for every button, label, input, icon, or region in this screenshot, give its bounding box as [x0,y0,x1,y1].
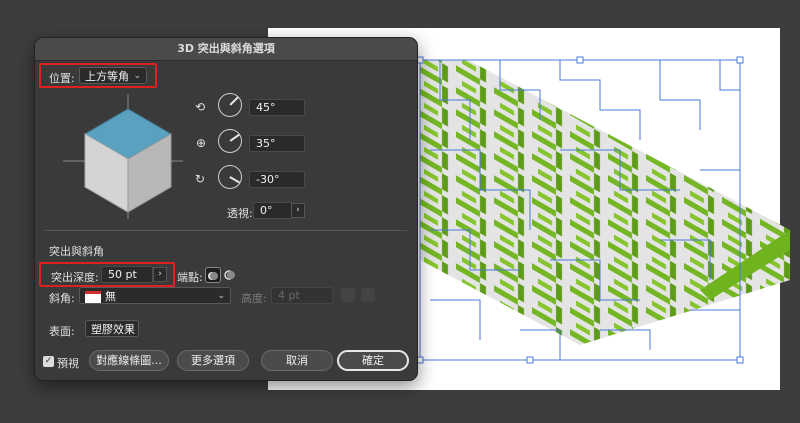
cube-preview[interactable] [63,94,193,219]
perspective-arrow-button[interactable]: › [291,203,305,218]
surface-select[interactable]: 塑膠效果 ⌄ [85,320,139,337]
rotate-z-dial[interactable] [218,165,242,189]
map-art-button[interactable]: 對應線條圖... [89,350,169,371]
cap-off-icon[interactable] [223,267,237,281]
rotate-y-field[interactable]: 35° [249,135,305,152]
extrude-section-label: 突出與斜角 [49,245,104,258]
cap-on-icon[interactable] [205,267,221,283]
position-label: 位置: [49,72,75,85]
rotate-y-dial[interactable] [218,129,242,153]
more-options-button[interactable]: 更多選項 [177,350,249,371]
cap-label: 端點: [177,271,203,284]
position-select[interactable]: 上方等角 ⌄ [79,67,147,84]
preview-label: 預視 [57,357,79,370]
bevel-swatch-icon [85,291,101,303]
extrude-bevel-dialog: 3D 突出與斜角選項 位置: 上方等角 ⌄ ⟲ 45° ⊕ 35° ↻ -30°… [34,37,418,381]
ok-button[interactable]: 確定 [337,350,409,371]
height-field[interactable]: 4 pt [271,287,333,304]
rotate-x-dial[interactable] [218,93,242,117]
bevel-in-icon[interactable] [361,288,375,302]
perspective-field[interactable]: 0° [253,202,293,219]
chevron-down-icon: ⌄ [125,324,133,334]
bevel-label: 斜角: [49,292,75,305]
perspective-label: 透視: [227,207,253,220]
rotate-x-field[interactable]: 45° [249,99,305,116]
extrude-depth-label: 突出深度: [51,271,99,284]
position-select-value: 上方等角 [85,70,129,83]
rotate-z-field[interactable]: -30° [249,171,305,188]
dialog-title: 3D 突出與斜角選項 [35,38,417,61]
chevron-down-icon: ⌄ [217,291,225,301]
extrude-depth-field[interactable]: 50 pt [101,266,153,283]
preview-checkbox[interactable]: ✓ [43,356,54,367]
chevron-down-icon: ⌄ [133,71,141,81]
height-label: 高度: [241,292,267,305]
bevel-out-icon[interactable] [341,288,355,302]
bevel-select-value: 無 [105,290,116,303]
section-divider [45,230,407,231]
surface-label: 表面: [49,325,75,338]
rotate-x-icon: ⟲ [195,100,206,114]
bevel-select[interactable]: 無 ⌄ [79,287,231,304]
cancel-button[interactable]: 取消 [261,350,333,371]
rotate-z-icon: ↻ [195,172,206,186]
extrude-depth-arrow-button[interactable]: › [153,267,167,282]
rotate-y-icon: ⊕ [196,136,207,150]
